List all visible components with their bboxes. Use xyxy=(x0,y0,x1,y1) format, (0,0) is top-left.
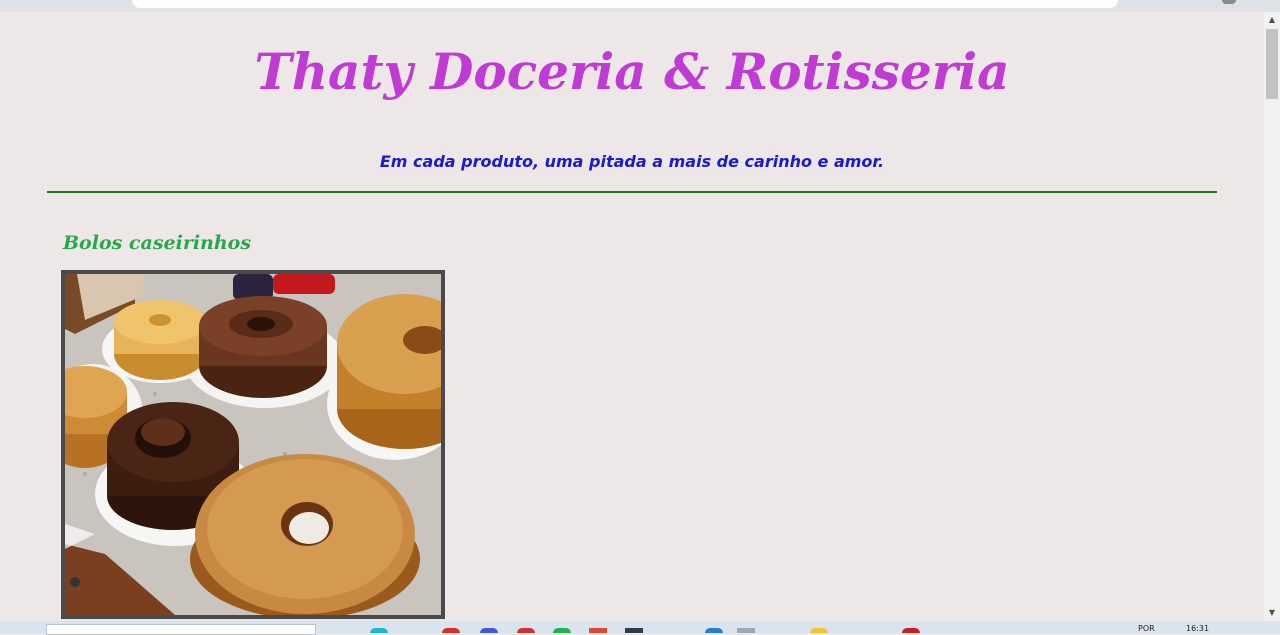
windows-taskbar: POR 16:31 xyxy=(0,621,1280,635)
address-bar[interactable] xyxy=(132,0,1118,8)
header-divider xyxy=(47,191,1217,193)
taskbar-app-icon[interactable] xyxy=(625,628,643,633)
scrollbar-thumb[interactable] xyxy=(1266,29,1278,99)
taskbar-app-icon[interactable] xyxy=(480,628,498,633)
taskbar-clock[interactable]: 16:31 xyxy=(1186,625,1209,633)
site-title: Thaty Doceria & Rotisseria xyxy=(254,42,1010,101)
taskbar-app-icon[interactable] xyxy=(810,628,828,633)
cakes-photo-drawing xyxy=(65,274,441,615)
chevron-down-icon[interactable]: ▼ xyxy=(1264,605,1280,621)
taskbar-app-icon[interactable] xyxy=(553,628,571,633)
taskbar-app-icon[interactable] xyxy=(370,628,388,633)
vertical-scrollbar[interactable]: ▲ ▼ xyxy=(1264,12,1280,621)
profile-avatar[interactable] xyxy=(1222,0,1236,4)
taskbar-app-icon[interactable] xyxy=(902,628,920,633)
page-content: Thaty Doceria & Rotisseria Em cada produ… xyxy=(0,12,1264,621)
taskbar-search-input[interactable] xyxy=(46,624,316,635)
tagline: Em cada produto, uma pitada a mais de ca… xyxy=(379,152,885,171)
taskbar-app-icon[interactable] xyxy=(589,628,607,633)
input-language-indicator[interactable]: POR xyxy=(1138,625,1155,633)
chevron-up-icon[interactable]: ▲ xyxy=(1264,12,1280,28)
browser-toolbar xyxy=(0,0,1280,12)
taskbar-app-icon[interactable] xyxy=(705,628,723,633)
taskbar-app-icon[interactable] xyxy=(737,628,755,633)
section-title: Bolos caseirinhos xyxy=(63,232,252,254)
chrome-icon[interactable] xyxy=(442,628,460,633)
cakes-photo xyxy=(61,270,445,619)
taskbar-app-icon[interactable] xyxy=(517,628,535,633)
